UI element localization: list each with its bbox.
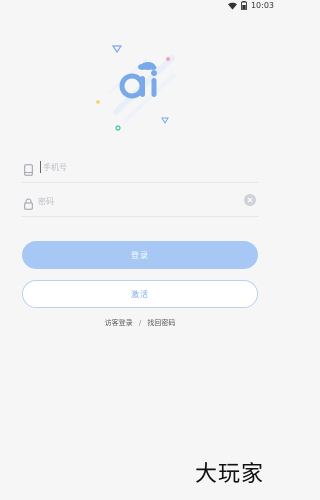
password-field <box>22 186 258 217</box>
clear-icon[interactable] <box>244 194 256 206</box>
find-password-link[interactable]: 找回密码 <box>147 318 175 328</box>
activate-button[interactable]: 激活 <box>22 280 258 308</box>
wifi-icon <box>227 2 237 10</box>
battery-icon <box>240 1 247 10</box>
status-bar: 10:03 <box>0 0 280 12</box>
text-cursor <box>40 161 41 173</box>
auxiliary-links: 访客登录 / 找回密码 <box>0 318 280 328</box>
phone-field <box>22 152 258 183</box>
status-time: 10:03 <box>250 1 274 10</box>
app-logo <box>90 40 190 135</box>
link-separator: / <box>138 319 142 327</box>
visitor-login-link[interactable]: 访客登录 <box>105 318 133 328</box>
login-button[interactable]: 登录 <box>22 241 258 269</box>
watermark-logo: 大玩家 <box>194 462 264 487</box>
phone-icon <box>24 161 33 180</box>
password-input[interactable] <box>38 192 228 210</box>
lock-icon <box>24 195 33 214</box>
phone-input[interactable] <box>43 158 233 176</box>
